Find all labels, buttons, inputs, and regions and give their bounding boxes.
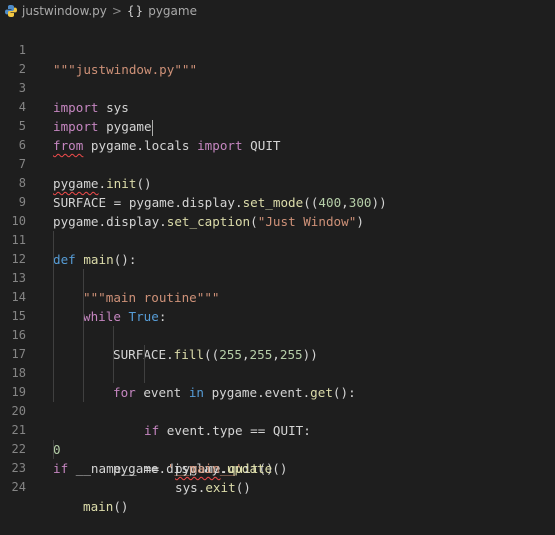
indent-guide	[113, 364, 114, 383]
indent-guide	[53, 250, 54, 269]
code-line[interactable]: 22 if __name__ == '__main__':	[0, 421, 555, 476]
code-line[interactable]: 23 main()	[0, 440, 555, 514]
code-line[interactable]: 13 while True:	[0, 250, 555, 324]
indent-guide	[83, 364, 84, 383]
code-line[interactable]: 14 SURFACE.fill((255,255,255))	[0, 269, 555, 362]
code-line[interactable]: 17 if event.type == QUIT:	[0, 326, 555, 438]
indent-guide	[53, 231, 54, 250]
indent-guide	[53, 383, 54, 402]
code-line[interactable]: 5 from pygame.locals import QUIT	[0, 98, 555, 153]
indent-guide	[83, 383, 84, 402]
indent-guide	[53, 269, 54, 288]
indent-guide	[83, 269, 84, 288]
breadcrumb-separator: >	[111, 4, 122, 18]
code-line[interactable]: 9 pygame.display.set_caption("Just Windo…	[0, 174, 555, 229]
indent-guide	[53, 364, 54, 383]
python-file-icon	[4, 4, 18, 18]
indent-guide	[144, 345, 145, 364]
code-line[interactable]: 6	[0, 117, 555, 152]
code-line[interactable]: 16 for event in pygame.event.get():	[0, 307, 555, 400]
breadcrumb-symbol[interactable]: pygame	[148, 4, 197, 18]
code-line[interactable]: 24	[0, 459, 555, 494]
code-line[interactable]: 4 import pygame	[0, 79, 555, 136]
code-line[interactable]: 1 """justwindow.py"""	[0, 22, 555, 77]
indent-guide	[53, 288, 54, 307]
function-name: exit	[205, 480, 236, 495]
code-line[interactable]: 3 import sys	[0, 60, 555, 115]
code-line[interactable]: 19 sys.exit()	[0, 364, 555, 495]
code-line[interactable]: 18 pygame.quit()	[0, 345, 555, 476]
code-line[interactable]: 10	[0, 193, 555, 228]
indent-guide	[83, 307, 84, 326]
indent-guide	[83, 326, 84, 345]
indent-guide	[53, 307, 54, 326]
code-line[interactable]: 20 pygame.display.update()	[0, 383, 555, 476]
code-editor[interactable]: 1 """justwindow.py""" 2 3 import sys 4 i…	[0, 22, 555, 514]
code-line[interactable]: 8 SURFACE = pygame.display.set_mode((400…	[0, 155, 555, 210]
indent-guide	[113, 345, 114, 364]
line-number: 24	[11, 480, 26, 494]
code-line[interactable]: 12 """main routine"""	[0, 231, 555, 305]
code-line[interactable]: 7 pygame.init()	[0, 136, 555, 191]
indent-guide	[83, 345, 84, 364]
code-line[interactable]: 2	[0, 41, 555, 76]
indent-guide	[83, 288, 84, 307]
indent-guide	[144, 364, 145, 383]
indent-guide	[53, 440, 54, 459]
breadcrumb: justwindow.py > {} pygame	[0, 0, 555, 22]
code-line[interactable]: 15	[0, 288, 555, 323]
breadcrumb-file[interactable]: justwindow.py	[22, 4, 107, 18]
code-line[interactable]: 21 0	[0, 402, 555, 457]
function-name: main	[83, 499, 114, 514]
indent-guide	[53, 345, 54, 364]
indent-guide	[113, 326, 114, 345]
module-symbol-icon: {}	[126, 4, 145, 18]
indent-guide	[53, 326, 54, 345]
code-line[interactable]: 11 def main():	[0, 212, 555, 267]
